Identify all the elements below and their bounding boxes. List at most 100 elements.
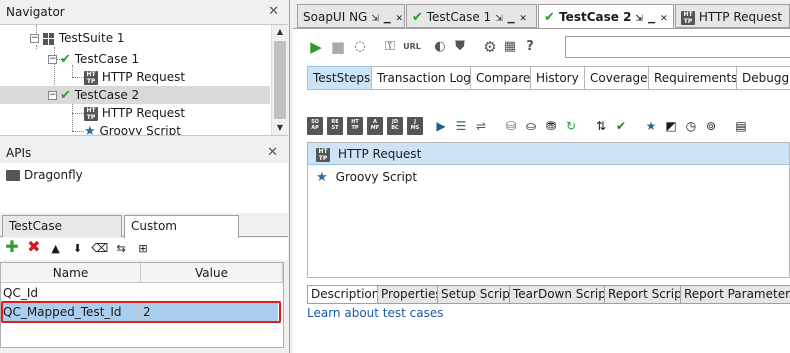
tab-requirements[interactable]: Requirements <box>648 66 744 90</box>
tree-item-label: HTTP Request <box>101 70 186 84</box>
scroll-up-icon[interactable]: ▲ <box>272 25 288 39</box>
tab-setup-script[interactable]: Setup Script <box>437 285 519 304</box>
http-step-icon[interactable]: HT TP <box>347 117 363 135</box>
assertion-step-icon[interactable]: ▶ <box>433 117 449 135</box>
scroll-down-icon[interactable]: ▼ <box>272 121 288 135</box>
endpoint-input[interactable] <box>565 36 790 58</box>
tab-description[interactable]: Description <box>307 285 384 304</box>
tab-soapui-ng[interactable]: SoapUI NG ⇲ ▁ ✕ <box>297 4 405 28</box>
stop-icon[interactable]: ■ <box>329 37 347 57</box>
jdbc-step-icon[interactable]: JD BC <box>387 117 403 135</box>
column-header-value[interactable]: Value <box>141 263 283 283</box>
run-icon[interactable]: ▶ <box>307 37 325 57</box>
step-item-http-request[interactable]: HT TP HTTP Request <box>308 143 789 165</box>
check-icon: ✔ <box>544 10 555 25</box>
loop-step-icon[interactable]: ↻ <box>563 117 579 135</box>
tab-properties[interactable]: Properties <box>377 285 446 304</box>
tab-testcase-1[interactable]: ✔ TestCase 1 ⇲ ▁ ✕ <box>406 4 537 28</box>
grid-icon[interactable]: ▦ <box>501 37 519 57</box>
shield-icon[interactable]: ⛊ <box>451 37 469 57</box>
http-request-icon: HT TP <box>681 10 695 25</box>
step-label: Groovy Script <box>335 170 418 184</box>
property-name-cell[interactable]: QC_Id <box>1 284 141 302</box>
apis-close-icon[interactable]: ✕ <box>267 141 278 165</box>
url-icon[interactable]: URL <box>401 37 423 57</box>
check-icon: ✔ <box>60 88 71 103</box>
datasink-icon[interactable]: ⛀ <box>523 117 539 135</box>
tab-custom-properties[interactable]: Custom Properties <box>124 215 239 253</box>
tab-controls-icon[interactable]: ⇲ ▁ ✕ <box>495 14 528 24</box>
learn-link[interactable]: Learn about test cases <box>307 306 444 320</box>
datasource-icon[interactable]: ⛁ <box>503 117 519 135</box>
tab-label: SoapUI NG <box>303 10 368 24</box>
tree-item-testsuite-1[interactable]: − TestSuite 1 <box>30 29 125 47</box>
delete-icon[interactable]: ✖ <box>26 238 42 256</box>
scrollbar-thumb[interactable] <box>274 41 286 119</box>
tab-coverage[interactable]: Coverage <box>584 66 654 90</box>
api-item-dragonfly[interactable]: Dragonfly <box>6 166 83 184</box>
add-icon[interactable]: ✚ <box>4 238 20 256</box>
soap-step-icon[interactable]: SO AP <box>307 117 323 135</box>
testcase-sub-tabs: TestSteps Transaction Log Compare Histor… <box>307 66 790 90</box>
loop-icon[interactable]: ◌ <box>351 37 369 57</box>
collapse-icon[interactable]: − <box>48 91 57 100</box>
tab-report-script[interactable]: Report Script <box>604 285 691 304</box>
conditional-icon[interactable]: ✔ <box>613 117 629 135</box>
tab-transaction-log[interactable]: Transaction Log <box>371 66 477 90</box>
tab-teardown-script[interactable]: TearDown Script <box>509 285 615 304</box>
navigator-title: Navigator <box>6 5 65 19</box>
bottom-tabs: Description Properties Setup Script Tear… <box>307 285 790 305</box>
properties-step-icon[interactable]: ☰ <box>453 117 469 135</box>
tab-testcase-properties[interactable]: TestCase Properties <box>2 215 122 253</box>
property-value-cell[interactable] <box>141 284 281 302</box>
tab-compare[interactable]: Compare <box>470 66 537 90</box>
load-icon[interactable]: ⇆ <box>113 240 129 258</box>
amf-step-icon[interactable]: A MF <box>367 117 383 135</box>
tree-item-groovy-script[interactable]: ★ Groovy Script <box>84 122 181 135</box>
help-icon[interactable]: ? <box>521 37 539 57</box>
property-transfer-icon[interactable]: ⇌ <box>473 117 489 135</box>
navigator-scrollbar[interactable]: ▲ ▼ <box>271 25 288 135</box>
save-icon[interactable]: ⊞ <box>135 240 151 258</box>
delay-icon[interactable]: ◩ <box>663 117 679 135</box>
tab-teststeps[interactable]: TestSteps <box>307 66 377 90</box>
testcase-editor: ▶ ■ ◌ ⚿ URL ◐ ⛊ ⚙ ▦ ? TestSteps Transact… <box>293 28 790 353</box>
goto-icon[interactable]: ⇅ <box>593 117 609 135</box>
collapse-icon[interactable]: − <box>48 55 57 64</box>
step-item-groovy-script[interactable]: ★ Groovy Script <box>308 166 789 188</box>
column-header-name[interactable]: Name <box>1 263 141 283</box>
gauge-icon[interactable]: ◐ <box>431 37 449 57</box>
tree-item-label: TestCase 1 <box>74 52 140 66</box>
manual-step-icon[interactable]: ▤ <box>733 117 749 135</box>
navigator-close-icon[interactable]: ✕ <box>268 0 279 24</box>
record-icon[interactable]: ⊚ <box>703 117 719 135</box>
tab-http-request[interactable]: HT TP HTTP Request <box>675 4 790 28</box>
tab-testcase-2[interactable]: ✔ TestCase 2 ⇲ ▁ ✕ <box>538 4 674 29</box>
tab-report-parameters[interactable]: Report Parameters <box>680 285 790 304</box>
tree-item-testcase-1[interactable]: − ✔ TestCase 1 <box>48 50 139 68</box>
properties-toolbar: ✚ ✖ ▲ ⬇ ⌫ ⇆ ⊞ <box>0 238 288 260</box>
move-up-icon[interactable]: ▲ <box>48 240 64 258</box>
navigator-header: Navigator ✕ <box>0 0 289 24</box>
tree-item-testcase-2[interactable]: − ✔ TestCase 2 <box>0 86 270 104</box>
tab-history[interactable]: History <box>530 66 585 90</box>
database-icon[interactable]: ⛃ <box>543 117 559 135</box>
collapse-icon[interactable]: − <box>30 34 39 43</box>
tree-item-http-request-2[interactable]: HT TP HTTP Request <box>84 104 185 122</box>
properties-table: Name Value QC_Id QC_Mapped_Test_Id 2 <box>0 262 284 348</box>
gear-icon[interactable]: ⚙ <box>481 37 499 57</box>
clock-icon[interactable]: ◷ <box>683 117 699 135</box>
auth-key-icon[interactable]: ⚿ <box>381 37 399 57</box>
move-down-icon[interactable]: ⬇ <box>69 240 85 258</box>
tree-item-http-request-1[interactable]: HT TP HTTP Request <box>84 68 185 86</box>
folder-icon <box>6 170 20 181</box>
highlight-box <box>1 301 281 323</box>
jms-step-icon[interactable]: J MS <box>407 117 423 135</box>
rest-step-icon[interactable]: RE ST <box>327 117 343 135</box>
tab-controls-icon[interactable]: ⇲ ▁ ✕ <box>371 14 404 24</box>
groovy-step-icon[interactable]: ★ <box>643 117 659 135</box>
tab-debugging[interactable]: Debugging <box>736 66 790 90</box>
clear-icon[interactable]: ⌫ <box>91 239 108 257</box>
apis-list: Dragonfly <box>0 163 288 213</box>
tab-controls-icon[interactable]: ⇲ ▁ ✕ <box>635 14 668 24</box>
